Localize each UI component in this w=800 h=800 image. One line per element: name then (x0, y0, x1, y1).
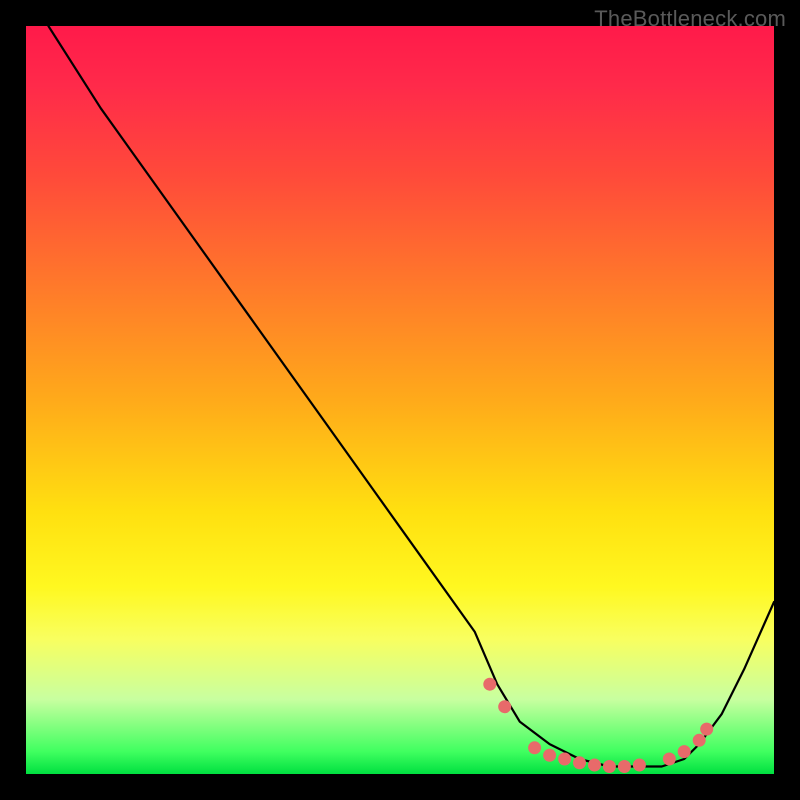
marker-dot (678, 745, 691, 758)
chart-svg (26, 26, 774, 774)
marker-dot (618, 760, 631, 773)
marker-dot (573, 756, 586, 769)
marker-dot (558, 753, 571, 766)
marker-dot (498, 700, 511, 713)
marker-dot (483, 678, 496, 691)
watermark-label: TheBottleneck.com (594, 6, 786, 32)
marker-dot (543, 749, 556, 762)
plot-gradient-background (26, 26, 774, 774)
marker-dot (528, 741, 541, 754)
bottleneck-curve-path (48, 26, 774, 767)
marker-dot (663, 753, 676, 766)
marker-dot (700, 723, 713, 736)
marker-dot (603, 760, 616, 773)
marker-dot (588, 759, 601, 772)
marker-dot (633, 759, 646, 772)
marker-group (483, 678, 713, 773)
marker-dot (693, 734, 706, 747)
